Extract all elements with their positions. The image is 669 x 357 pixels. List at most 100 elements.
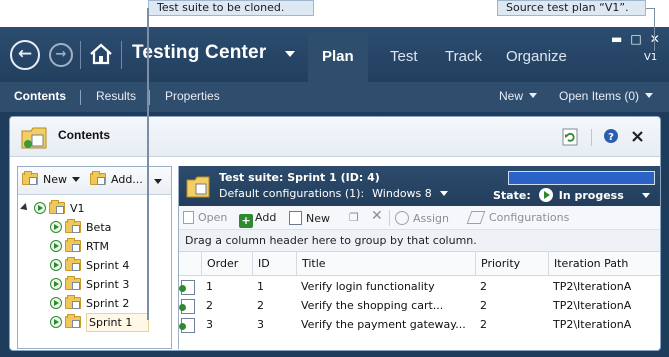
- test-plan-folder-icon: [21, 127, 47, 149]
- new-button[interactable]: New: [289, 211, 330, 225]
- suite-progress-bar: [508, 171, 655, 185]
- configurations-icon: [466, 211, 486, 224]
- tree-item-label: RTM: [86, 240, 110, 253]
- add-button[interactable]: + Add: [239, 211, 276, 228]
- column-header-order[interactable]: Order: [201, 252, 252, 276]
- expand-arrow-icon[interactable]: [20, 203, 30, 213]
- folder-icon: [65, 314, 81, 328]
- column-header-title[interactable]: Title: [296, 252, 475, 276]
- folder-icon: [65, 295, 81, 309]
- help-icon[interactable]: ?: [603, 128, 619, 144]
- tree-root-v1[interactable]: V1: [20, 199, 85, 218]
- assign-label: Assign: [413, 212, 449, 225]
- callout-test-suite: Test suite to be cloned.: [148, 0, 314, 16]
- divider: [80, 90, 81, 105]
- new-menu-label: New: [499, 89, 524, 103]
- chevron-down-icon: [645, 93, 654, 98]
- cell-title: Verify the payment gateway...: [301, 318, 466, 331]
- tree-item-sprint-4[interactable]: Sprint 4: [50, 256, 129, 275]
- table-row[interactable]: 2 2 Verify the shopping cart... 2 TP2\It…: [179, 297, 660, 316]
- tree-item-rtm[interactable]: RTM: [50, 237, 109, 256]
- suite-detail-panel: Test suite: Sprint 1 (ID: 4) Default con…: [178, 166, 660, 349]
- close-window-icon[interactable]: ✕: [650, 32, 668, 46]
- delete-icon[interactable]: ✕: [371, 208, 383, 224]
- sub-navigation: Contents Results Properties New Open Ite…: [0, 82, 669, 112]
- test-case-icon: [179, 299, 195, 314]
- folder-icon: [65, 219, 81, 233]
- minimize-icon[interactable]: ▬: [611, 32, 630, 46]
- tab-organize[interactable]: Organize: [506, 33, 567, 82]
- group-by-hint[interactable]: Drag a column header here to group by th…: [179, 230, 660, 252]
- column-header-iteration-path[interactable]: Iteration Path: [548, 252, 660, 276]
- tree-item-sprint-2[interactable]: Sprint 2: [50, 294, 129, 313]
- state-value: In progess: [558, 189, 624, 202]
- cell-iteration-path: TP2\IterationA: [553, 318, 632, 331]
- configurations-button[interactable]: Configurations: [466, 211, 570, 224]
- add-icon: +: [239, 214, 253, 228]
- divider: [591, 129, 592, 146]
- subnav-properties[interactable]: Properties: [165, 89, 220, 103]
- cell-id: 2: [257, 299, 264, 312]
- in-progress-state-icon: [50, 221, 62, 233]
- home-icon[interactable]: [89, 43, 113, 65]
- tree-item-sprint-3[interactable]: Sprint 3: [50, 275, 129, 294]
- tree-item-label: Beta: [86, 221, 112, 234]
- tree-add-button[interactable]: Add...: [90, 171, 143, 186]
- table-row[interactable]: 1 1 Verify login functionality 2 TP2\Ite…: [179, 278, 660, 297]
- copy-icon[interactable]: ❐: [349, 211, 359, 224]
- window-controls: ▬□✕: [611, 32, 668, 46]
- tab-plan[interactable]: Plan: [308, 33, 368, 82]
- test-case-icon: [179, 318, 195, 333]
- cell-priority: 2: [480, 299, 487, 312]
- in-progress-state-icon: [50, 278, 62, 290]
- maximize-icon[interactable]: □: [630, 32, 649, 46]
- forward-arrow-icon[interactable]: →: [49, 43, 73, 67]
- suite-state-selector[interactable]: State: In progess: [493, 188, 650, 202]
- folder-icon: [49, 200, 65, 214]
- configurations-label: Configurations: [489, 211, 570, 224]
- tree-root-label: V1: [70, 202, 85, 215]
- top-bar: ← → Testing Center Plan Test Track Organ…: [0, 27, 669, 82]
- subnav-contents[interactable]: Contents: [14, 89, 66, 103]
- assign-button[interactable]: Assign: [395, 211, 449, 225]
- back-arrow-icon[interactable]: ←: [10, 40, 40, 70]
- tree-item-label: Sprint 4: [86, 259, 130, 272]
- close-icon[interactable]: [631, 130, 644, 143]
- column-header-id[interactable]: ID: [252, 252, 296, 276]
- subnav-results[interactable]: Results: [96, 89, 136, 103]
- cell-iteration-path: TP2\IterationA: [553, 280, 632, 293]
- in-progress-state-icon: [50, 316, 62, 328]
- in-progress-state-icon: [50, 297, 62, 309]
- open-label: Open: [198, 211, 228, 224]
- pane-toolbar: ?: [562, 128, 652, 148]
- table-row[interactable]: 3 3 Verify the payment gateway... 2 TP2\…: [179, 316, 660, 335]
- cell-title: Verify the shopping cart...: [301, 299, 444, 312]
- callout-leader-line: [654, 8, 655, 51]
- divider: [389, 210, 390, 226]
- selected-tree-item-label: Sprint 1: [86, 313, 150, 332]
- tab-test[interactable]: Test: [390, 33, 418, 82]
- tree-item-sprint-1[interactable]: Sprint 1: [50, 313, 150, 332]
- test-suite-icon: [186, 176, 210, 198]
- tree-item-beta[interactable]: Beta: [50, 218, 111, 237]
- tree-toolbar-overflow-icon[interactable]: [154, 179, 162, 184]
- in-progress-state-icon: [50, 259, 62, 271]
- folder-icon: [65, 276, 81, 290]
- open-button[interactable]: Open: [183, 211, 227, 224]
- column-header-priority[interactable]: Priority: [475, 252, 548, 276]
- new-menu-button[interactable]: New: [499, 89, 538, 103]
- cell-order: 2: [206, 299, 213, 312]
- chevron-down-icon: [529, 93, 538, 98]
- cell-id: 1: [257, 280, 264, 293]
- svg-text:?: ?: [608, 132, 614, 143]
- tab-track[interactable]: Track: [445, 33, 482, 82]
- chevron-down-icon: [72, 177, 80, 182]
- refresh-icon[interactable]: [562, 128, 578, 146]
- open-items-menu-button[interactable]: Open Items (0): [559, 89, 654, 103]
- app-title-dropdown-icon[interactable]: [285, 51, 295, 57]
- default-configurations[interactable]: Default configurations (1): Windows 8: [219, 187, 448, 200]
- cell-iteration-path: TP2\IterationA: [553, 299, 632, 312]
- tree-new-button[interactable]: New: [22, 171, 80, 186]
- test-case-icon: [179, 280, 195, 295]
- chevron-down-icon: [439, 191, 448, 196]
